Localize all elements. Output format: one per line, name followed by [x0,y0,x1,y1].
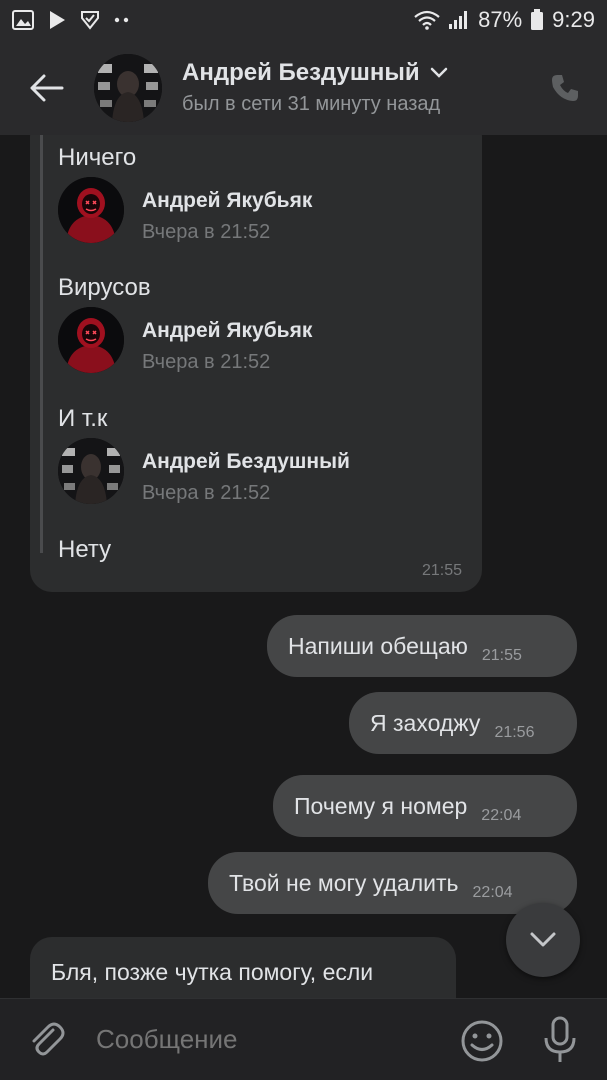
outgoing-message[interactable]: Почему я номер 22:04 [273,775,577,837]
message-text: Я заходжу [370,709,481,736]
message-text: Бля, позже чутка помогу, если [51,959,374,985]
forwarded-author[interactable]: Андрей Якубьяк Вчера в 21:52 [58,307,458,377]
play-icon [48,10,66,30]
attach-button[interactable] [18,1011,76,1069]
phone-icon [552,75,578,101]
incoming-message[interactable]: Бля, позже чутка помогу, если [30,937,456,998]
message-text: Напиши обещаю [288,632,468,659]
message-time: 22:04 [481,807,522,824]
message-input[interactable] [96,1024,446,1055]
outgoing-message[interactable]: Твой не могу удалить 22:04 [208,852,577,914]
author-date: Вчера в 21:52 [142,221,271,243]
author-name: Андрей Бездушный [142,450,350,473]
author-name: Андрей Якубьяк [142,189,313,212]
message-time: 21:55 [421,562,462,579]
message-text: Почему я номер [294,792,468,819]
chat-header: Андрей Бездушный был в сети 31 минуту на… [0,40,607,135]
signal-icon [448,10,470,30]
chevron-down-icon [530,932,556,947]
message-time: 22:04 [472,884,513,901]
author-avatar [58,438,124,504]
gallery-icon [12,10,34,30]
forward-indicator-line [40,135,43,553]
check-shield-icon [80,10,100,30]
message-text: Твой не могу удалить [229,869,459,896]
author-name: Андрей Якубьяк [142,319,313,342]
attach-icon [32,1022,65,1055]
message-time: 21:56 [494,724,535,741]
message-time: 21:55 [481,647,522,664]
back-arrow-icon [30,74,64,101]
emoji-icon [461,1020,503,1062]
clock: 9:29 [552,7,595,32]
forwarded-text: Вирусов [58,274,151,301]
author-avatar [58,177,124,243]
forwarded-text: Нету [58,536,112,563]
contact-last-seen: был в сети 31 минуту назад [182,93,441,115]
status-left-icons [12,10,130,30]
more-dots-icon [114,16,130,24]
contact-info[interactable]: Андрей Бездушный был в сети 31 минуту на… [182,59,448,116]
contact-name: Андрей Бездушный [182,59,420,86]
forwarded-text: Ничего [58,144,137,171]
status-bar: 87% 9:29 [0,0,607,40]
contact-name-row[interactable]: Андрей Бездушный [182,59,448,87]
chevron-down-icon [430,67,447,78]
forwarded-message-bubble[interactable]: Ничего Андрей Якубьяк Вчера в 21:52 Виру… [30,135,482,592]
mic-icon [544,1016,576,1062]
message-list[interactable]: Ничего Андрей Якубьяк Вчера в 21:52 Виру… [0,135,607,998]
contact-avatar[interactable] [94,53,162,122]
author-date: Вчера в 21:52 [142,351,271,373]
outgoing-message[interactable]: Я заходжу 21:56 [349,692,577,754]
outgoing-message[interactable]: Напиши обещаю 21:55 [267,615,577,677]
back-button[interactable] [12,40,82,135]
wifi-icon [414,10,440,30]
forwarded-author[interactable]: Андрей Якубьяк Вчера в 21:52 [58,177,458,247]
emoji-button[interactable] [458,1017,506,1065]
voice-message-button[interactable] [536,1015,584,1065]
message-composer [0,998,607,1080]
forwarded-text: И т.к [58,405,108,432]
call-button[interactable] [545,68,585,108]
battery-icon [530,9,544,31]
forwarded-author[interactable]: Андрей Бездушный Вчера в 21:52 [58,438,458,508]
battery-percent: 87% [478,7,523,32]
author-date: Вчера в 21:52 [142,482,271,504]
status-right: 87% 9:29 [414,7,595,33]
scroll-to-bottom-button[interactable] [506,903,580,977]
author-avatar [58,307,124,373]
